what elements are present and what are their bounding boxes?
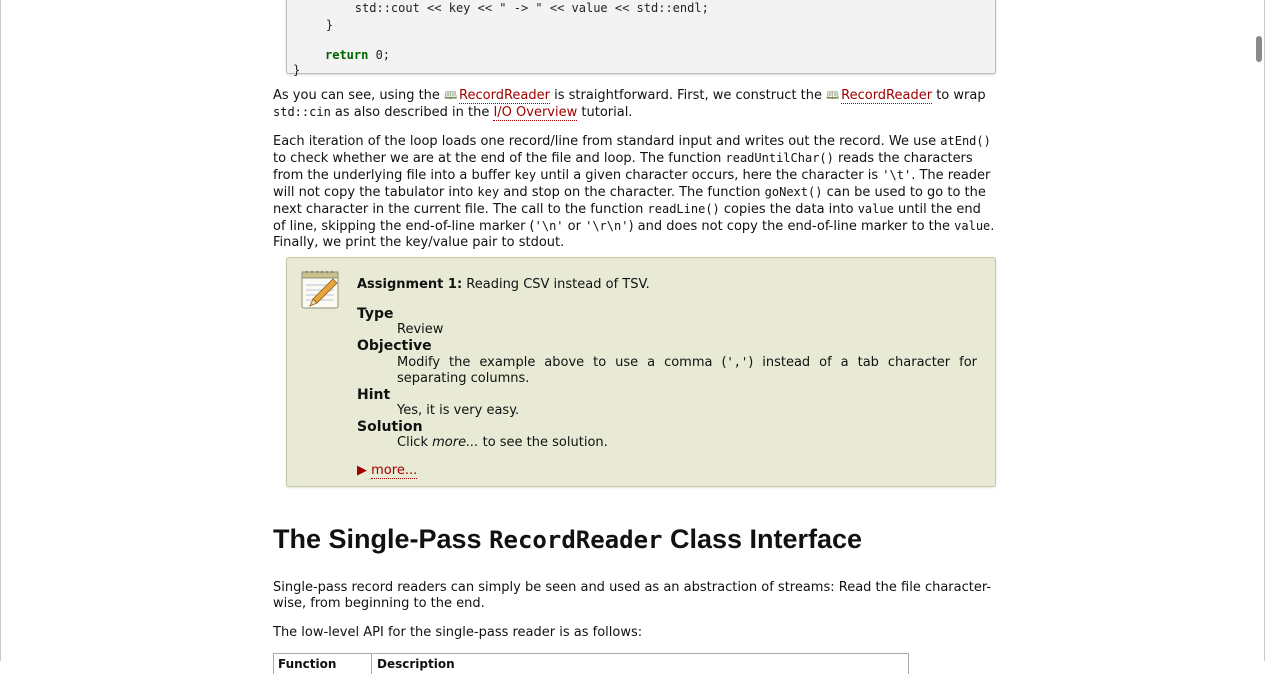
recordreader-link[interactable]: RecordReader (841, 88, 933, 104)
type-label: Type (357, 306, 394, 322)
objective-value: Modify the example above to use a comma … (397, 355, 977, 386)
hint-value: Yes, it is very easy. (397, 403, 520, 418)
scrollbar-thumb[interactable] (1256, 36, 1262, 62)
book-icon: 🕮 (826, 89, 840, 102)
assignment-details: Type Review Objective Modify the example… (357, 306, 977, 451)
paragraph-recordreader-intro: As you can see, using the 🕮 RecordReader … (273, 88, 986, 121)
api-table: Function Description (273, 653, 909, 674)
code-listing: std::cout << key << " -> " << value << s… (286, 0, 996, 77)
code-line-cout: std::cout << key << " -> " << value << s… (297, 1, 709, 15)
section-heading: The Single-Pass RecordReader Class Inter… (273, 524, 863, 554)
book-icon: 🕮 (444, 89, 458, 102)
table-header-function: Function (278, 657, 337, 671)
window-left-border (0, 0, 1, 661)
solution-value: Click more... to see the solution. (397, 435, 608, 450)
more-link[interactable]: more... (371, 463, 418, 479)
objective-label: Objective (357, 338, 432, 354)
notepad-pencil-icon (301, 270, 339, 309)
paragraph-loop-explanation: Each iteration of the loop loads one rec… (273, 134, 995, 250)
show-solution-toggle[interactable]: ▶ more... (357, 463, 418, 479)
expand-arrow-icon: ▶ (357, 463, 367, 478)
code-line-close-outer: } (293, 63, 301, 77)
code-line-close-inner: } (297, 18, 334, 32)
assignment-box: Assignment 1: Reading CSV instead of TSV… (286, 257, 996, 487)
code-line-return: return 0; (325, 48, 391, 62)
paragraph-low-level-api: The low-level API for the single-pass re… (273, 625, 643, 640)
recordreader-link[interactable]: RecordReader (459, 88, 550, 104)
assignment-title: Assignment 1: Reading CSV instead of TSV… (357, 277, 650, 292)
type-value: Review (397, 322, 444, 337)
paragraph-single-pass: Single-pass record readers can simply be… (273, 580, 992, 611)
hint-label: Hint (357, 387, 391, 403)
io-overview-link[interactable]: I/O Overview (493, 105, 578, 121)
table-column-divider (371, 654, 372, 674)
solution-label: Solution (357, 419, 423, 435)
table-header-description: Description (377, 657, 455, 671)
